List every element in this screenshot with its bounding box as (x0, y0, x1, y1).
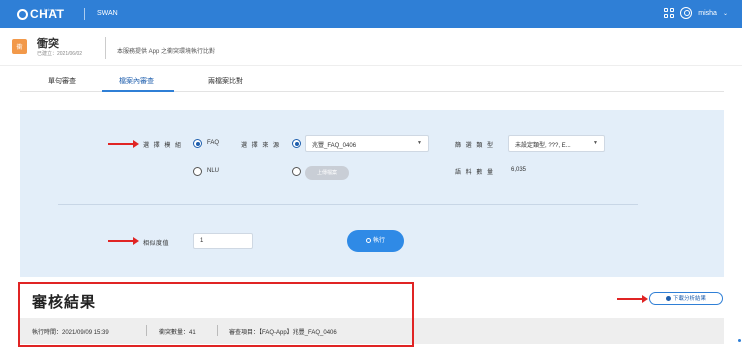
project-description: 本服務提供 App 之衝突環境執行比對 (117, 49, 216, 55)
header-divider (105, 37, 106, 59)
project-header: 衝 衝突 已建立：2021/06/02 本服務提供 App 之衝突環境執行比對 (0, 28, 742, 66)
download-icon (665, 296, 671, 301)
annotation-arrow-threshold (108, 237, 139, 245)
module-label: 選 擇 模 組 (143, 143, 183, 149)
top-nav-bar: joinus CHAT SWAN misha ⌄ (0, 0, 742, 28)
run-button-label: 執行 (372, 238, 385, 244)
logo-small-text: joinus (44, 7, 58, 12)
download-results-button[interactable]: 下載分析結果 (649, 292, 723, 305)
form-divider (58, 204, 638, 205)
logo-ring-icon (17, 8, 28, 20)
logo-text: joinus CHAT (30, 7, 64, 21)
source-select[interactable]: 兆豐_FAQ_0406 ▼ (305, 135, 429, 152)
module-radio-faq[interactable] (193, 139, 202, 148)
annotation-highlight-box (18, 282, 414, 347)
filter-select-value: 未設定類型, ???, E... (515, 143, 571, 149)
count-value: 6,035 (511, 167, 527, 173)
module-option-faq[interactable]: FAQ (207, 140, 219, 146)
tab-in-file-review[interactable]: 檔案內審查 (119, 76, 154, 86)
filter-label: 篩 選 類 型 (455, 143, 495, 149)
grid-icon[interactable] (664, 8, 675, 18)
threshold-input[interactable]: 1 (193, 233, 253, 249)
chevron-down-icon[interactable]: ⌄ (723, 10, 728, 17)
source-label: 選 擇 來 源 (241, 143, 281, 149)
count-label: 語 料 數 量 (455, 170, 495, 176)
app-name: SWAN (97, 10, 118, 17)
chevron-down-icon: ▼ (593, 140, 598, 146)
filter-select[interactable]: 未設定類型, ???, E... ▼ (508, 135, 605, 152)
source-select-value: 兆豐_FAQ_0406 (312, 143, 357, 149)
tab-bar: 單句審查 檔案內審查 兩檔案比對 (20, 70, 724, 92)
username[interactable]: misha (698, 10, 717, 17)
scroll-indicator (738, 339, 741, 342)
search-icon (365, 238, 371, 243)
chevron-down-icon: ▼ (417, 140, 422, 146)
tab-single-review[interactable]: 單句審查 (48, 76, 76, 86)
active-tab-indicator (102, 90, 174, 92)
project-icon: 衝 (12, 39, 27, 54)
logo-divider (84, 8, 85, 20)
threshold-label: 相似度值 (143, 241, 170, 247)
tab-two-file-compare[interactable]: 兩檔案比對 (208, 76, 243, 86)
user-icon[interactable] (680, 7, 693, 19)
annotation-arrow-module (108, 140, 139, 148)
project-created-date: 已建立：2021/06/02 (37, 51, 83, 57)
project-title: 衝突 (37, 38, 59, 50)
app-logo[interactable]: joinus CHAT (17, 5, 64, 23)
module-radio-nlu[interactable] (193, 167, 202, 176)
run-button[interactable]: 執行 (347, 230, 404, 252)
upload-file-button[interactable]: 上傳檔案 (305, 166, 349, 180)
annotation-arrow-download (617, 295, 648, 303)
top-right-controls: misha ⌄ (664, 7, 728, 19)
source-radio-upload[interactable] (292, 167, 301, 176)
source-radio-select[interactable] (292, 139, 301, 148)
download-button-label: 下載分析結果 (672, 296, 706, 302)
module-option-nlu[interactable]: NLU (207, 168, 219, 174)
